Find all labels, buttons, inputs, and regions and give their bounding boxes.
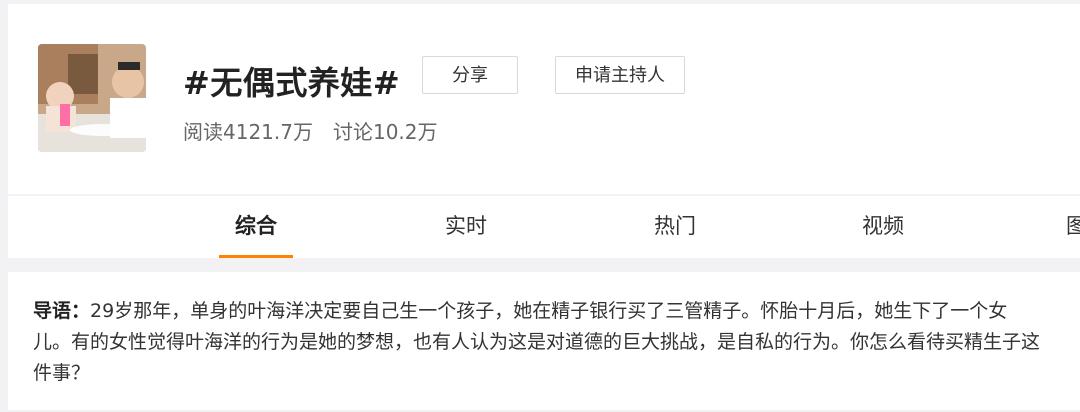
topic-stats: 阅读4121.7万 讨论10.2万 <box>183 116 438 145</box>
apply-host-button[interactable]: 申请主持人 <box>555 56 685 94</box>
tab-hot[interactable]: 热门 <box>638 196 712 258</box>
topic-header: #无偶式养娃# 分享 申请主持人 阅读4121.7万 讨论10.2万 <box>8 4 1080 194</box>
tab-images[interactable]: 图 <box>1066 196 1080 258</box>
tab-realtime[interactable]: 实时 <box>429 196 503 258</box>
cover-photo <box>38 44 146 152</box>
topic-cover-image[interactable] <box>38 44 146 152</box>
tab-comprehensive[interactable]: 综合 <box>219 196 293 258</box>
guide-card: 导语：29岁那年，单身的叶海洋决定要自己生一个孩子，她在精子银行买了三管精子。怀… <box>8 272 1080 410</box>
topic-title: #无偶式养娃# <box>183 64 401 102</box>
guide-text-block: 导语：29岁那年，单身的叶海洋决定要自己生一个孩子，她在精子银行买了三管精子。怀… <box>33 296 1043 389</box>
topic-page: #无偶式养娃# 分享 申请主持人 阅读4121.7万 讨论10.2万 综合 实时 … <box>0 0 1080 412</box>
read-count: 阅读4121.7万 <box>183 120 313 144</box>
share-button[interactable]: 分享 <box>422 56 518 94</box>
active-tab-indicator <box>219 255 293 258</box>
tab-video[interactable]: 视频 <box>846 196 920 258</box>
tab-bar: 综合 实时 热门 视频 图 <box>8 196 1080 258</box>
guide-text: 29岁那年，单身的叶海洋决定要自己生一个孩子，她在精子银行买了三管精子。怀胎十月… <box>33 300 1041 384</box>
guide-label: 导语： <box>33 300 91 322</box>
discussion-count: 讨论10.2万 <box>332 120 438 144</box>
